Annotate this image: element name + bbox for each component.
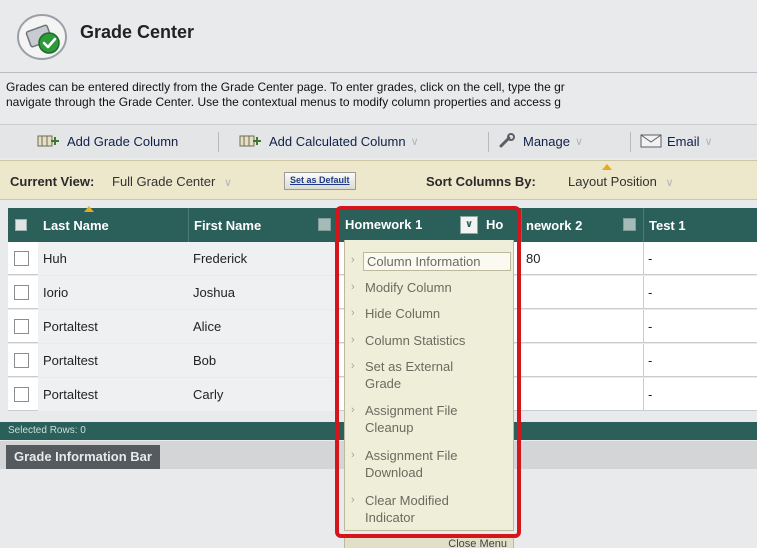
select-all-checkbox[interactable] bbox=[15, 219, 27, 231]
cell-first-name[interactable]: Joshua bbox=[188, 276, 338, 309]
cell-test-1[interactable]: - bbox=[643, 242, 757, 275]
cell-homework-2[interactable] bbox=[521, 344, 643, 377]
cell-homework-2[interactable]: 80 bbox=[521, 242, 643, 275]
header-divider bbox=[0, 72, 757, 73]
cell-test-1[interactable]: - bbox=[643, 344, 757, 377]
cell-test-1[interactable]: - bbox=[643, 310, 757, 343]
sort-indicator-icon bbox=[602, 164, 612, 170]
row-checkbox[interactable] bbox=[14, 319, 29, 334]
chevron-down-icon: ∨ bbox=[223, 177, 233, 189]
highlight-frame bbox=[335, 206, 521, 538]
calculated-column-icon bbox=[239, 135, 261, 147]
chevron-down-icon: ∨ bbox=[665, 177, 674, 189]
current-view-label: Current View: bbox=[10, 174, 95, 189]
action-bar: Add Grade Column Add Calculated Column ∨… bbox=[0, 124, 757, 158]
cell-homework-2[interactable] bbox=[521, 276, 643, 309]
wrench-icon bbox=[499, 133, 515, 148]
email-icon bbox=[640, 134, 662, 148]
row-checkbox[interactable] bbox=[14, 251, 29, 266]
sort-columns-label: Sort Columns By: bbox=[426, 174, 536, 189]
header-test-1[interactable]: Test 1 bbox=[649, 218, 686, 233]
selected-rows-count: Selected Rows: 0 bbox=[8, 425, 86, 436]
toolbar-separator bbox=[488, 132, 489, 152]
grade-center-icon bbox=[17, 14, 67, 60]
header-last-name[interactable]: Last Name bbox=[43, 218, 109, 233]
add-grade-column-button[interactable]: Add Grade Column bbox=[36, 133, 178, 149]
grade-information-tab[interactable]: Grade Information Bar bbox=[6, 445, 160, 469]
cell-first-name[interactable]: Frederick bbox=[188, 242, 338, 275]
page-description: Grades can be entered directly from the … bbox=[6, 80, 757, 110]
add-calculated-column-button[interactable]: Add Calculated Column ∨ bbox=[238, 133, 419, 149]
description-line: navigate through the Grade Center. Use t… bbox=[6, 95, 561, 109]
cell-last-name[interactable]: Iorio bbox=[38, 276, 188, 309]
cell-first-name[interactable]: Alice bbox=[188, 310, 338, 343]
column-menu-icon[interactable] bbox=[623, 218, 636, 231]
cell-first-name[interactable]: Bob bbox=[188, 344, 338, 377]
toolbar-separator bbox=[630, 132, 631, 152]
page-title: Grade Center bbox=[80, 22, 195, 42]
header-first-name[interactable]: First Name bbox=[194, 218, 261, 233]
sort-columns-select[interactable]: Layout Position ∨ bbox=[568, 174, 674, 189]
current-view-select[interactable]: Full Grade Center ∨ bbox=[112, 174, 232, 189]
email-menu-button[interactable]: Email ∨ bbox=[640, 133, 713, 149]
row-checkbox[interactable] bbox=[14, 285, 29, 300]
column-divider bbox=[188, 208, 189, 242]
add-grade-column-label: Add Grade Column bbox=[67, 133, 179, 149]
email-label: Email bbox=[667, 133, 700, 149]
sort-ascending-icon bbox=[84, 206, 94, 212]
header-homework-2[interactable]: nework 2 bbox=[526, 218, 582, 233]
manage-label: Manage bbox=[523, 133, 570, 149]
set-as-default-button[interactable]: Set as Default bbox=[284, 172, 356, 190]
current-view-value: Full Grade Center bbox=[112, 174, 216, 189]
cell-last-name[interactable]: Huh bbox=[38, 242, 188, 275]
row-checkbox[interactable] bbox=[14, 387, 29, 402]
column-divider bbox=[521, 208, 522, 242]
cell-last-name[interactable]: Portaltest bbox=[38, 344, 188, 377]
cell-last-name[interactable]: Portaltest bbox=[38, 378, 188, 411]
cell-homework-2[interactable] bbox=[521, 378, 643, 411]
chevron-down-icon[interactable]: ∨ bbox=[705, 135, 713, 148]
view-bar: Current View: Full Grade Center ∨ Set as… bbox=[0, 160, 757, 200]
cell-first-name[interactable]: Carly bbox=[188, 378, 338, 411]
sort-columns-value: Layout Position bbox=[568, 174, 657, 189]
cell-test-1[interactable]: - bbox=[643, 276, 757, 309]
description-line: Grades can be entered directly from the … bbox=[6, 80, 565, 94]
page-header: Grade Center bbox=[0, 0, 757, 72]
row-checkbox[interactable] bbox=[14, 353, 29, 368]
close-menu-label: Close Menu bbox=[448, 538, 507, 548]
cell-homework-2[interactable] bbox=[521, 310, 643, 343]
column-divider bbox=[643, 208, 644, 242]
chevron-down-icon[interactable]: ∨ bbox=[411, 135, 419, 148]
column-menu-icon[interactable] bbox=[318, 218, 331, 231]
toolbar-separator bbox=[218, 132, 219, 152]
manage-menu-button[interactable]: Manage ∨ bbox=[498, 133, 583, 149]
chevron-down-icon[interactable]: ∨ bbox=[575, 135, 583, 148]
add-calculated-column-label: Add Calculated Column bbox=[269, 133, 406, 149]
cell-test-1[interactable]: - bbox=[643, 378, 757, 411]
cell-last-name[interactable]: Portaltest bbox=[38, 310, 188, 343]
add-column-icon bbox=[37, 135, 59, 147]
